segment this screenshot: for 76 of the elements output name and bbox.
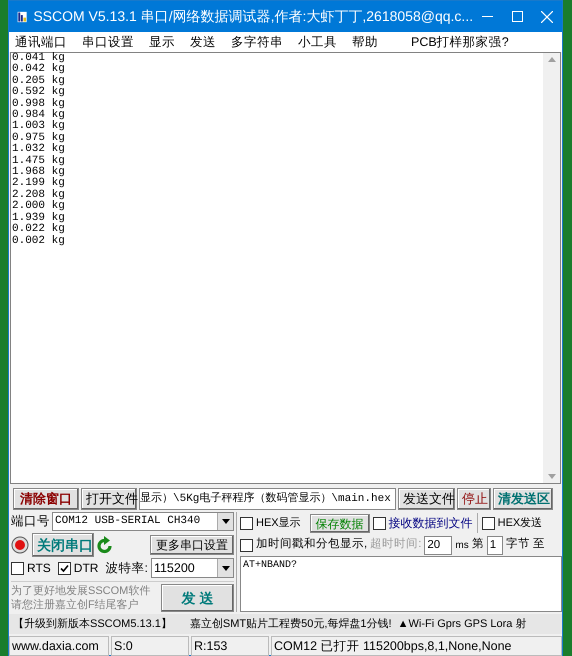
send-text-area[interactable]: AT+NBAND? xyxy=(240,556,562,612)
ms-label: ms xyxy=(455,538,469,552)
send-file-button[interactable]: 发送文件 xyxy=(398,488,455,510)
received-line: 2.000 kg xyxy=(12,201,65,212)
ad-text[interactable]: 嘉立创SMT贴片工程费50元,每焊盘1分钱! xyxy=(190,616,392,632)
checkbox[interactable] xyxy=(240,538,253,552)
ad-text[interactable]: 【升级到新版本SSCOM5.13.1】 xyxy=(13,616,172,632)
received-line: 1.475 kg xyxy=(12,156,65,167)
timeout-field[interactable]: 20 xyxy=(424,536,452,554)
menu-item[interactable]: 串口设置 xyxy=(82,32,134,52)
byte-from-field[interactable]: 1 xyxy=(486,536,503,554)
received-line: 1.003 kg xyxy=(12,121,65,132)
menu-item[interactable]: 发送 xyxy=(190,32,216,52)
clear-window-button[interactable]: 清除窗口 xyxy=(13,488,79,510)
baud-label: 波特率: xyxy=(105,560,148,577)
menu-item[interactable]: PCB打样那家强? xyxy=(411,32,509,52)
received-line: 0.041 kg xyxy=(12,53,65,64)
menu-item[interactable]: 帮助 xyxy=(352,32,378,52)
checkbox[interactable] xyxy=(482,516,495,530)
checkbox[interactable] xyxy=(372,516,386,530)
more-settings-button[interactable]: 更多串口设置 xyxy=(150,535,234,555)
received-line: 0.975 kg xyxy=(12,132,65,144)
window-title: SSCOM V5.13.1 串口/网络数据调试器,作者:大虾丁丁,2618058@qq.c... xyxy=(33,7,474,26)
byte-from-label: 第 xyxy=(472,536,484,552)
baud-select[interactable]: 115200 xyxy=(150,558,234,578)
received-line: 0.042 kg xyxy=(12,64,65,76)
rts-label: RTS xyxy=(27,560,51,577)
send-button[interactable]: 发 送 xyxy=(161,584,234,612)
status-field: S:0 xyxy=(111,636,189,656)
received-line: 2.199 kg xyxy=(12,178,65,190)
caret-icon xyxy=(222,519,230,524)
timeout-label: 超时时间: xyxy=(370,536,422,552)
close-icon xyxy=(541,10,554,22)
received-line: 0.002 kg xyxy=(12,236,65,247)
status-field: www.daxia.com xyxy=(9,636,109,656)
caret-icon xyxy=(222,566,230,570)
received-line: 0.998 kg xyxy=(12,98,65,110)
promo-text: 请您注册嘉立创F结尾客户 xyxy=(11,598,139,612)
hex-display-label: HEX显示 xyxy=(256,516,301,531)
received-line: 0.984 kg xyxy=(12,110,65,122)
menu-item[interactable]: 小工具 xyxy=(298,32,337,52)
open-file-button[interactable]: 打开文件 xyxy=(81,488,137,510)
status-field: R:153 xyxy=(191,636,269,656)
port-select[interactable]: COM12 USB-SERIAL CH340 xyxy=(52,512,234,531)
port-label: 端口号 xyxy=(11,513,50,530)
maximize-icon xyxy=(512,11,524,22)
checkbox[interactable] xyxy=(11,562,24,574)
received-line: 0.592 kg xyxy=(12,87,65,98)
minimize-icon xyxy=(482,16,494,17)
received-line: 0.205 kg xyxy=(12,76,65,87)
ad-text[interactable]: ▲Wi-Fi Gprs GPS Lora 射 xyxy=(398,616,526,632)
byte-unit-label: 字节 xyxy=(506,536,530,552)
close-port-button[interactable]: 关闭串口 xyxy=(32,533,94,557)
checkbox[interactable] xyxy=(240,516,253,530)
received-line: 1.968 kg xyxy=(12,167,65,178)
status-field: COM12 已打开 115200bps,8,1,None,None xyxy=(271,636,562,656)
receive-to-file-label: 接收数据到文件 xyxy=(388,515,473,532)
menu-item[interactable]: 显示 xyxy=(149,32,175,52)
clear-send-button[interactable]: 清发送区 xyxy=(493,488,553,510)
received-line: 0.022 kg xyxy=(12,224,65,236)
checkbox[interactable] xyxy=(58,562,71,574)
promo-text: 为了更好地发展SSCOM软件 xyxy=(11,584,150,598)
menu-item[interactable]: 多字符串 xyxy=(231,32,283,52)
dtr-label: DTR xyxy=(74,560,98,577)
received-line: 1.939 kg xyxy=(12,212,65,224)
save-data-button[interactable]: 保存数据 xyxy=(310,514,370,532)
received-line: 2.208 kg xyxy=(12,190,65,201)
file-path-field[interactable]: 显示）\5Kg电子秤程序（数码管显示）\main.hex xyxy=(139,488,396,510)
received-line: 1.032 kg xyxy=(12,144,65,156)
refresh-icon[interactable] xyxy=(97,536,113,554)
byte-to-label: 至 xyxy=(532,537,545,552)
send-text: AT+NBAND? xyxy=(243,560,298,571)
menu-item[interactable]: 通讯端口 xyxy=(15,32,67,52)
timestamp-label: 加时间戳和分包显示, xyxy=(256,536,368,552)
stop-button[interactable]: 停止 xyxy=(457,488,491,510)
hex-send-label: HEX发送 xyxy=(498,516,542,531)
